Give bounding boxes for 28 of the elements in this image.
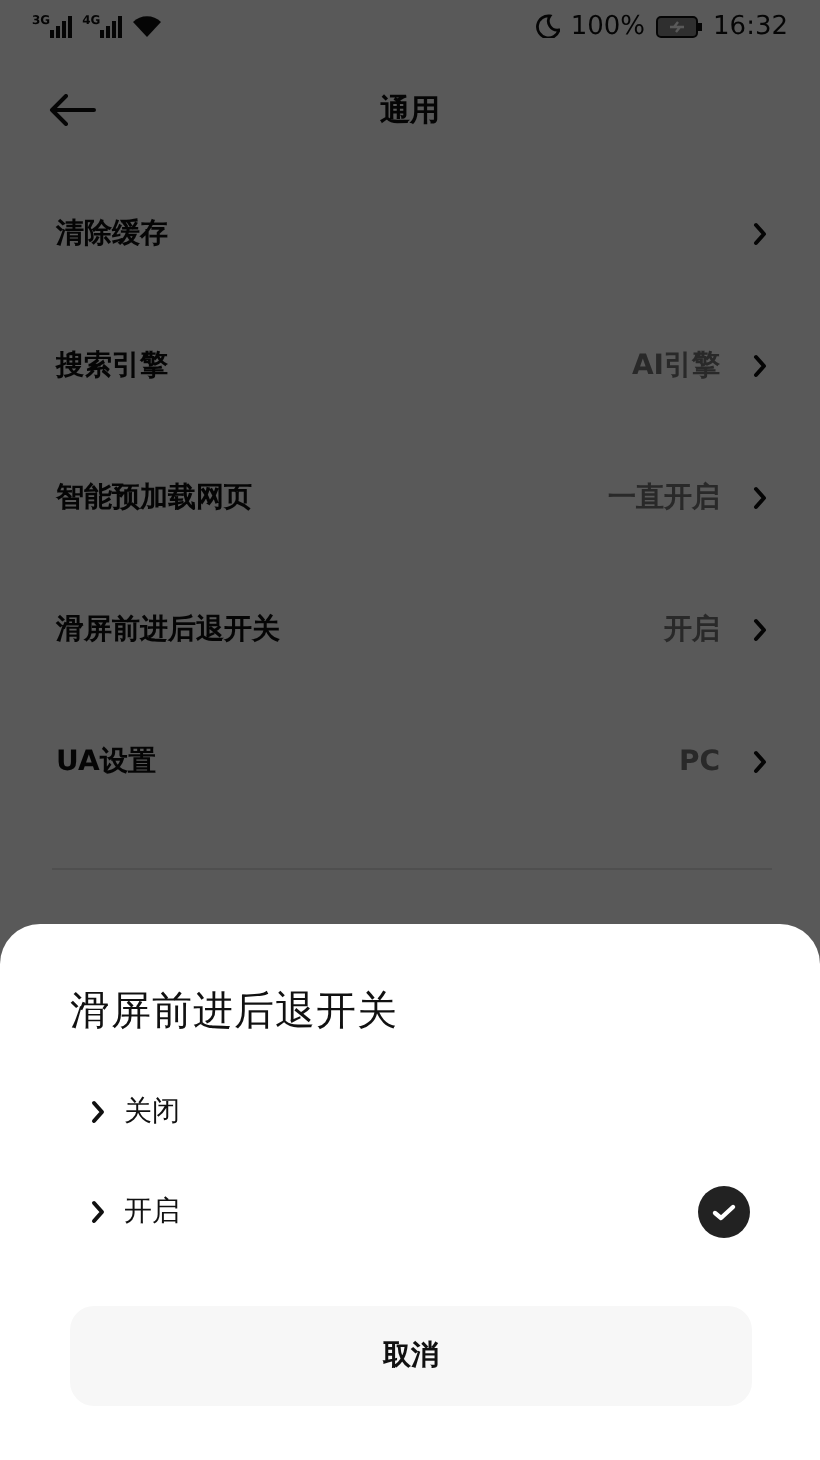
cancel-button[interactable]: 取消 — [70, 1306, 752, 1406]
wifi-icon — [132, 14, 163, 38]
clock-time: 16:32 — [713, 11, 788, 41]
option-row[interactable]: 开启 — [70, 1162, 752, 1262]
option-row[interactable]: 关闭 — [70, 1062, 752, 1162]
chevron-icon — [752, 618, 768, 642]
chevron-icon — [752, 354, 768, 378]
setting-label: UA设置 — [56, 744, 156, 780]
option-label: 开启 — [124, 1194, 180, 1230]
setting-label: 清除缓存 — [56, 216, 168, 252]
setting-label: 搜索引擎 — [56, 348, 168, 384]
setting-label: 智能预加载网页 — [56, 480, 252, 516]
chevron-icon — [90, 1200, 106, 1224]
moon-icon — [536, 14, 561, 38]
option-label: 关闭 — [124, 1094, 180, 1130]
chevron-icon — [752, 486, 768, 510]
back-arrow-icon[interactable] — [48, 94, 96, 126]
signal-icon — [100, 15, 123, 37]
chevron-icon — [90, 1100, 106, 1124]
setting-label: 滑屏前进后退开关 — [56, 612, 280, 648]
sheet-title: 滑屏前进后退开关 — [70, 984, 400, 1038]
chevron-icon — [752, 222, 768, 246]
page-title: 通用 — [380, 91, 440, 127]
battery-icon — [655, 15, 704, 37]
settings-row[interactable]: 清除缓存 — [56, 168, 768, 300]
chevron-icon — [752, 750, 768, 774]
battery-percent: 100% — [570, 11, 646, 41]
signal-icon — [50, 15, 73, 37]
